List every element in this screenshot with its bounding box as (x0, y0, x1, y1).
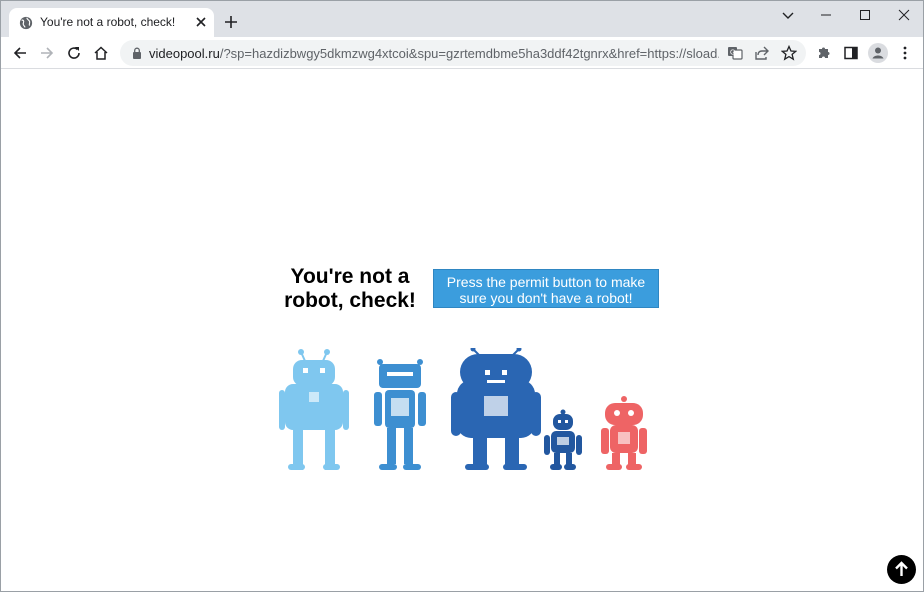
arrow-right-icon[interactable] (39, 45, 55, 61)
reload-icon[interactable] (66, 45, 82, 61)
close-window-icon (898, 9, 910, 21)
share-icon[interactable] (754, 45, 770, 61)
page-headline: You're not a robot, check! (284, 265, 416, 312)
close-icon[interactable] (193, 14, 209, 30)
permit-button[interactable]: Press the permit button to make sure you… (433, 269, 659, 308)
red-robot (601, 396, 647, 470)
light-blue-robot (279, 349, 349, 470)
url-host: videopool.ru (149, 46, 220, 61)
profile-icon[interactable] (868, 43, 888, 63)
url-path: /?sp=hazdizbwgy5dkmzwg4xtcoi&spu=gzrtemd… (219, 46, 719, 61)
minimize-icon (821, 14, 831, 16)
close-window-button[interactable] (885, 1, 923, 29)
tab-title: You're not a robot, check! (40, 15, 176, 29)
address-bar[interactable]: videopool.ru/?sp=hazdizbwgy5dkmzwg4xtcoi… (120, 40, 806, 66)
url-text[interactable]: videopool.ru/?sp=hazdizbwgy5dkmzwg4xtcoi… (149, 46, 719, 61)
star-icon[interactable] (781, 45, 797, 61)
chevron-down-icon[interactable] (781, 8, 795, 22)
kebab-menu-icon[interactable] (897, 45, 913, 61)
puzzle-icon[interactable] (816, 45, 832, 61)
svg-text:G: G (730, 50, 735, 57)
lock-icon[interactable] (132, 47, 142, 59)
small-navy-robot (544, 409, 582, 470)
active-tab[interactable]: You're not a robot, check! (9, 8, 214, 37)
plus-icon[interactable] (223, 14, 239, 30)
arrow-up-icon (895, 561, 908, 576)
tab-strip: You're not a robot, check! (1, 1, 923, 37)
big-dark-blue-robot (451, 348, 541, 470)
mid-blue-robot (374, 359, 426, 470)
side-panel-icon[interactable] (843, 45, 859, 61)
robots-illustration (279, 348, 647, 470)
translate-icon[interactable]: G (727, 45, 743, 61)
minimize-button[interactable] (807, 1, 845, 29)
home-icon[interactable] (93, 45, 109, 61)
maximize-icon (860, 10, 870, 20)
browser-toolbar: videopool.ru/?sp=hazdizbwgy5dkmzwg4xtcoi… (1, 37, 923, 69)
page-content: You're not a robot, check! Press the per… (1, 70, 923, 591)
browser-window: You're not a robot, check! videopool.ru/… (0, 0, 924, 592)
arrow-left-icon[interactable] (12, 45, 28, 61)
maximize-button[interactable] (846, 1, 884, 29)
scroll-to-top-button[interactable] (887, 555, 916, 584)
globe-icon (19, 16, 33, 30)
